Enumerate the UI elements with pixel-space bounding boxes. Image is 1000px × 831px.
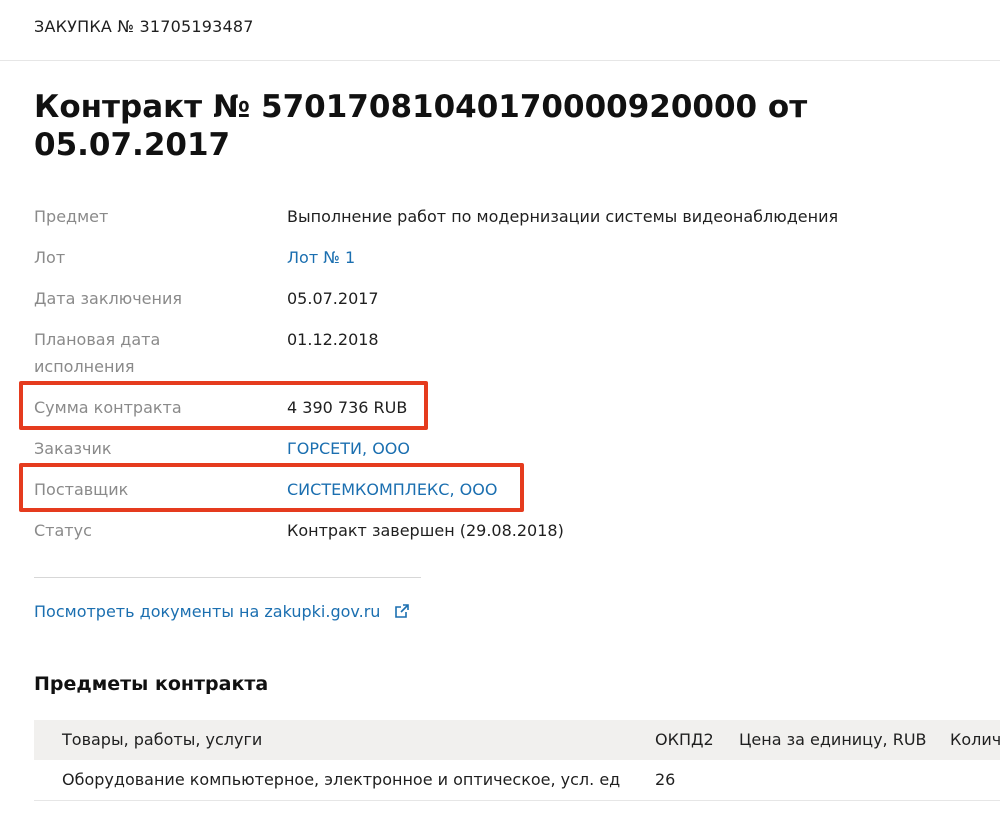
page-title: Контракт № 57017081040170000920000 от 05… xyxy=(34,89,808,163)
amount-value: 4 390 736 RUB xyxy=(287,398,408,417)
planned-date-label-line1: Плановая дата xyxy=(34,330,161,349)
table-header-row: Товары, работы, услуги ОКПД2 Цена за еди… xyxy=(34,720,1000,760)
contract-items-title: Предметы контракта xyxy=(34,673,269,695)
column-header-okpd2: ОКПД2 xyxy=(655,730,714,749)
lot-link[interactable]: Лот № 1 xyxy=(287,244,355,271)
conclusion-date-value: 05.07.2017 xyxy=(287,289,379,308)
external-link-icon xyxy=(394,600,410,627)
status-label: Статус xyxy=(34,521,92,540)
view-documents-link[interactable]: Посмотреть документы на zakupki.gov.ru xyxy=(34,598,410,627)
column-header-quantity: Колич xyxy=(950,730,1000,749)
conclusion-date-label: Дата заключения xyxy=(34,289,182,308)
cell-okpd2: 26 xyxy=(655,770,676,789)
customer-link[interactable]: ГОРСЕТИ, ООО xyxy=(287,435,410,462)
amount-label: Сумма контракта xyxy=(34,398,182,417)
top-bar: ЗАКУПКА № 31705193487 xyxy=(0,0,1000,61)
status-value: Контракт завершен (29.08.2018) xyxy=(287,521,564,540)
column-header-unit-price: Цена за единицу, RUB xyxy=(739,730,927,749)
view-documents-label: Посмотреть документы на zakupki.gov.ru xyxy=(34,602,381,621)
customer-label: Заказчик xyxy=(34,439,112,458)
supplier-label: Поставщик xyxy=(34,480,129,499)
subject-label: Предмет xyxy=(34,207,109,226)
divider xyxy=(34,577,421,578)
lot-label: Лот xyxy=(34,248,66,267)
table-row: Оборудование компьютерное, электронное и… xyxy=(34,760,1000,801)
supplier-link[interactable]: СИСТЕМКОМПЛЕКС, ООО xyxy=(287,476,497,503)
planned-date-label-line2: исполнения xyxy=(34,357,135,376)
subject-value: Выполнение работ по модернизации системы… xyxy=(287,207,839,226)
cell-goods: Оборудование компьютерное, электронное и… xyxy=(62,770,621,789)
column-header-goods: Товары, работы, услуги xyxy=(62,730,263,749)
planned-date-value: 01.12.2018 xyxy=(287,330,379,349)
procurement-number: ЗАКУПКА № 31705193487 xyxy=(34,17,254,36)
